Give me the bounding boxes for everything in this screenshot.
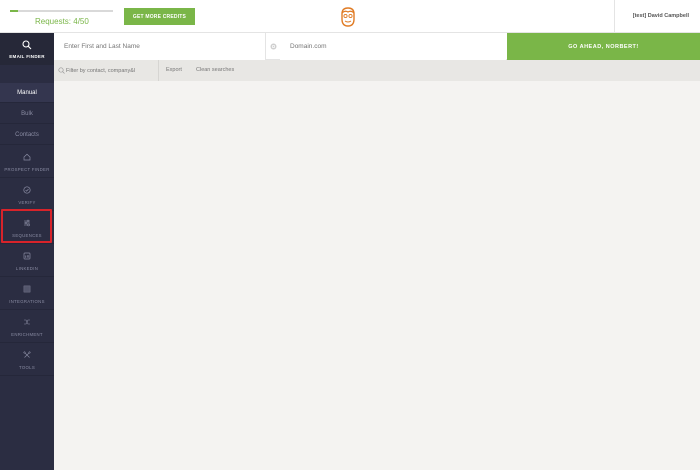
norbert-logo-icon[interactable]: [338, 6, 358, 28]
user-menu[interactable]: [test] David Campbell: [614, 0, 700, 33]
search-icon: [58, 67, 65, 74]
get-more-credits-button[interactable]: GET MORE CREDITS: [124, 8, 195, 25]
sidebar-item-integrations[interactable]: INTEGRATIONS: [0, 278, 54, 310]
check-circle-icon: [23, 186, 31, 194]
sequences-highlight-box: [1, 209, 52, 243]
domain-input[interactable]: [280, 33, 506, 60]
sidebar-item-tools[interactable]: TOOLS: [0, 344, 54, 376]
clean-searches-link[interactable]: Clean searches: [196, 67, 234, 73]
sidebar-item-enrichment[interactable]: ENRICHMENT: [0, 311, 54, 343]
sidebar-item-label: TOOLS: [19, 365, 35, 370]
sidebar-item-label: PROSPECT FINDER: [4, 167, 50, 172]
search-icon: [22, 40, 32, 50]
sidebar-item-label: LINKEDIN: [15, 266, 39, 271]
requests-counter: Requests: 4/50: [35, 17, 89, 26]
requests-progress-fill: [10, 10, 19, 12]
sidebar-item-linkedin[interactable]: LINKEDIN: [0, 245, 54, 277]
shuffle-icon: [24, 319, 30, 325]
filter-toolbar: Export Clean searches: [54, 60, 700, 81]
linkedin-icon: [23, 252, 31, 260]
sidebar-item-label: ENRICHMENT: [11, 332, 43, 337]
export-link[interactable]: Export: [166, 67, 182, 73]
go-ahead-norbert-button[interactable]: GO AHEAD, NORBERT!: [507, 33, 700, 60]
sidebar: EMAIL FINDER Manual Bulk Contacts PROSPE…: [0, 33, 54, 470]
home-icon: [23, 153, 31, 161]
top-bar: Requests: 4/50 GET MORE CREDITS [test] D…: [0, 0, 700, 33]
sidebar-item-bulk[interactable]: Bulk: [0, 104, 54, 124]
email-search-bar: GO AHEAD, NORBERT!: [54, 33, 700, 60]
sidebar-item-manual[interactable]: Manual: [0, 83, 54, 103]
user-name: [test] David Campbell: [632, 13, 689, 19]
tools-icon: [23, 351, 31, 358]
sidebar-item-contacts[interactable]: Contacts: [0, 125, 54, 145]
requests-progress-bar: [10, 10, 113, 12]
full-name-input[interactable]: [54, 33, 266, 60]
sidebar-item-verify[interactable]: VERIFY: [0, 179, 54, 211]
sidebar-item-label: VERIFY: [18, 200, 36, 205]
at-sign-icon: [270, 43, 277, 50]
toolbar-divider: [158, 60, 159, 81]
results-area: [54, 81, 700, 470]
grid-icon: [23, 285, 31, 293]
filter-contacts-input[interactable]: [66, 63, 156, 78]
sidebar-item-prospect-finder[interactable]: PROSPECT FINDER: [0, 146, 54, 178]
sidebar-item-label: INTEGRATIONS: [9, 299, 45, 304]
sidebar-item-email-finder[interactable]: EMAIL FINDER: [0, 33, 54, 65]
sidebar-item-label: EMAIL FINDER: [9, 54, 45, 59]
